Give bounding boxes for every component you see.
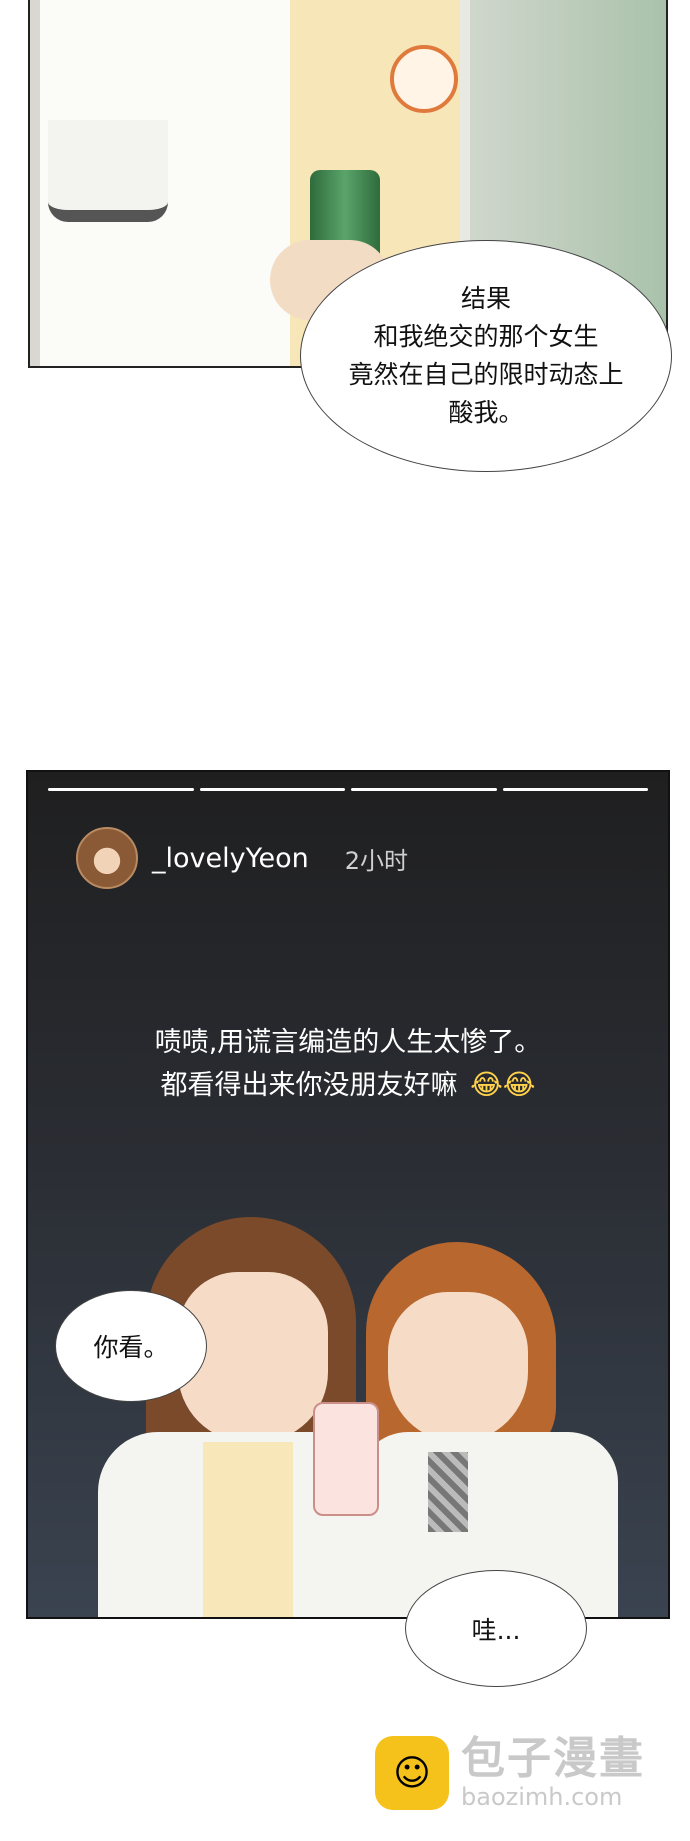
post-time: 2小时 [344, 846, 409, 875]
speech-bubble-look: 你看。 [55, 1290, 207, 1402]
bubble-line: 酸我。 [448, 398, 524, 427]
progress-segment [199, 788, 345, 791]
progress-segment [502, 788, 648, 791]
logo-text: 包子漫畫 baozimh.com [461, 1733, 645, 1812]
story-caption: 啧啧,用谎言编造的人生太惨了。 都看得出来你没朋友好嘛 😂😂 [28, 1022, 668, 1107]
username[interactable]: _lovelyYeon [152, 843, 309, 874]
speech-bubble-wow: 哇... [405, 1570, 587, 1687]
speech-bubble-narration: 结果 和我绝交的那个女生 竟然在自己的限时动态上 酸我。 [300, 240, 672, 472]
girl-right-face [388, 1292, 528, 1442]
bubble-line: 结果 [460, 284, 511, 313]
caption-line-2: 都看得出来你没朋友好嘛 😂😂 [28, 1064, 668, 1107]
progress-segment [48, 788, 194, 791]
caption-line-1: 啧啧,用谎言编造的人生太惨了。 [154, 1027, 542, 1058]
plaid-tie [428, 1452, 468, 1532]
bubble-text: 你看。 [93, 1333, 169, 1362]
watermark-logo: ☺ 包子漫畫 baozimh.com [375, 1735, 645, 1811]
girl-left-tshirt [203, 1442, 293, 1617]
progress-segment [351, 788, 497, 791]
story-progress-bar [48, 788, 648, 792]
bubble-text: 哇... [471, 1615, 521, 1645]
caption-line-2-text: 都看得出来你没朋友好嘛 [160, 1070, 458, 1101]
tshirt-logo [390, 45, 458, 113]
bubble-line: 和我绝交的那个女生 [373, 322, 599, 351]
character-sleeve [48, 120, 168, 222]
logo-name: 包子漫畫 [461, 1733, 645, 1784]
story-header: _lovelyYeon 2小时 [76, 827, 408, 889]
bubble-line: 竟然在自己的限时动态上 [348, 360, 624, 389]
avatar[interactable] [76, 827, 138, 889]
bun-face-icon: ☺ [375, 1736, 449, 1810]
instagram-story-panel: _lovelyYeon 2小时 啧啧,用谎言编造的人生太惨了。 都看得出来你没朋… [26, 770, 670, 1619]
logo-url: baozimh.com [461, 1783, 623, 1811]
laughing-crying-emoji-icon: 😂😂 [470, 1068, 536, 1101]
phone-with-case [313, 1402, 379, 1516]
